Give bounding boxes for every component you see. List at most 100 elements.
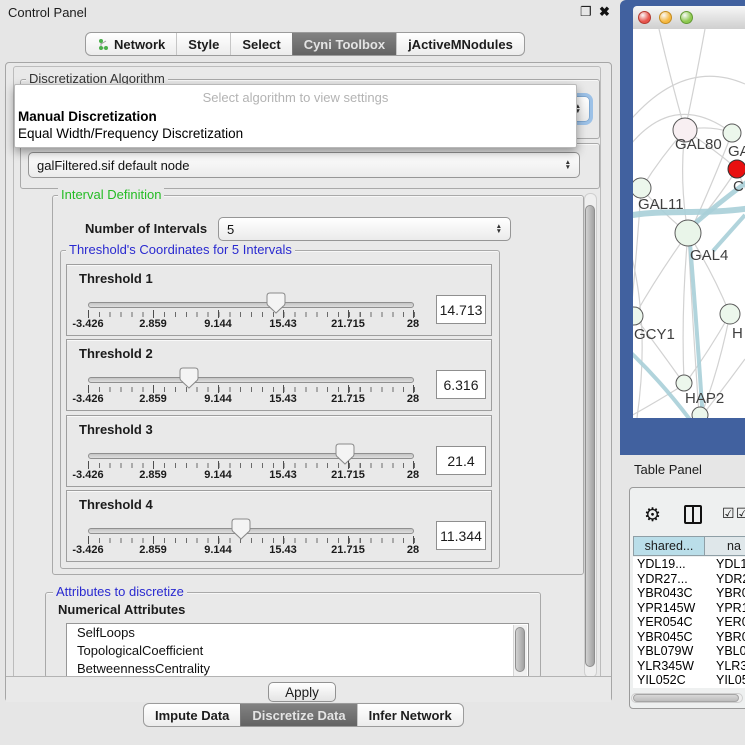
scale-label: 9.144 bbox=[183, 469, 253, 481]
algorithm-option-manual-discretization[interactable]: Manual Discretization bbox=[18, 109, 572, 125]
attributes-scrollbar-track[interactable] bbox=[513, 625, 527, 678]
attribute-item-topologicalcoefficient[interactable]: TopologicalCoefficient bbox=[67, 642, 528, 660]
network-node[interactable] bbox=[675, 220, 701, 246]
cell-shared-name: YER054C bbox=[637, 615, 693, 629]
attribute-item-selfloops[interactable]: SelfLoops bbox=[67, 624, 528, 642]
checkbox-icon[interactable]: ☑ bbox=[722, 505, 735, 522]
tab-network[interactable]: Network bbox=[86, 33, 176, 55]
scale-label: 9.144 bbox=[183, 393, 253, 405]
top-tab-bar: Network StyleSelect Cyni Toolbox jActiveMNo… bbox=[85, 32, 525, 56]
checkbox-icon[interactable]: ☑ bbox=[736, 505, 745, 522]
table-row[interactable]: YBL079WYBL07 bbox=[633, 644, 745, 659]
slider-thumb[interactable] bbox=[231, 518, 251, 540]
slider-thumb[interactable] bbox=[335, 443, 355, 465]
number-of-intervals-combobox[interactable]: 5 ▲▼ bbox=[218, 217, 511, 241]
gear-icon[interactable]: ⚙ bbox=[644, 504, 661, 527]
scale-label: 28 bbox=[378, 544, 448, 556]
threshold-slider-track[interactable] bbox=[88, 528, 414, 534]
network-icon bbox=[97, 38, 109, 51]
network-edge bbox=[683, 233, 688, 382]
tab-discretize-data[interactable]: Discretize Data bbox=[240, 704, 356, 726]
scale-label: 21.715 bbox=[313, 544, 383, 556]
threshold-slider-track[interactable] bbox=[88, 377, 414, 383]
number-of-intervals-label: Number of Intervals bbox=[85, 221, 207, 236]
thresholds-group-title: Threshold's Coordinates for 5 Intervals bbox=[66, 243, 295, 257]
tab-cyni-toolbox[interactable]: Cyni Toolbox bbox=[292, 33, 396, 55]
attributes-group-title: Attributes to discretize bbox=[53, 585, 187, 599]
tab-jactivemnodules[interactable]: jActiveMNodules bbox=[396, 33, 524, 55]
slider-ticks bbox=[88, 538, 415, 543]
minimize-light[interactable] bbox=[659, 11, 672, 24]
network-node[interactable] bbox=[723, 124, 741, 142]
network-node[interactable] bbox=[676, 375, 692, 391]
scale-label: 21.715 bbox=[313, 318, 383, 330]
network-node[interactable] bbox=[633, 178, 651, 198]
tab-label: Network bbox=[114, 37, 165, 52]
cell-shared-name: YDR27... bbox=[637, 572, 688, 586]
table-row[interactable]: YBR043CYBR04 bbox=[633, 586, 745, 601]
table-row[interactable]: YER054CYER05 bbox=[633, 615, 745, 630]
tab-impute-data[interactable]: Impute Data bbox=[144, 704, 240, 726]
cell-shared-name: YBL079W bbox=[637, 644, 693, 658]
scale-label: -3.426 bbox=[53, 318, 123, 330]
table-row[interactable]: YDR27... YDR27 bbox=[633, 572, 745, 587]
table-data-combobox[interactable]: galFiltered.sif default node ▲▼ bbox=[28, 152, 580, 178]
close-icon[interactable]: ✖ bbox=[599, 4, 610, 20]
threshold-panel: Threshold 3 21.4 -3.4262.8599.14415.4321… bbox=[66, 415, 492, 487]
table-row[interactable]: YLR345WYLR34 bbox=[633, 659, 745, 674]
slider-ticks bbox=[88, 312, 415, 317]
major-tick bbox=[218, 385, 219, 393]
major-tick bbox=[283, 461, 284, 469]
float-window-icon[interactable]: ❐ bbox=[580, 4, 592, 20]
column-header-shared-[interactable]: shared... bbox=[633, 536, 705, 556]
major-tick bbox=[218, 461, 219, 469]
cell-name: YDR27 bbox=[716, 572, 745, 586]
slider-thumb[interactable] bbox=[179, 367, 199, 389]
zoom-light[interactable] bbox=[680, 11, 693, 24]
network-node[interactable] bbox=[692, 407, 708, 418]
threshold-panel: Threshold 4 11.344 -3.4262.8599.14415.43… bbox=[66, 490, 492, 562]
tab-label: jActiveMNodules bbox=[408, 37, 513, 52]
table-row[interactable]: YPR145WYPR14 bbox=[633, 601, 745, 616]
major-tick bbox=[88, 310, 89, 318]
scale-label: 2.859 bbox=[118, 544, 188, 556]
columns-icon[interactable] bbox=[684, 505, 702, 524]
close-light[interactable] bbox=[638, 11, 651, 24]
panel-scrollbar-thumb[interactable] bbox=[585, 205, 595, 667]
threshold-slider-track[interactable] bbox=[88, 453, 414, 459]
node-label-hap2: HAP2 bbox=[685, 390, 724, 407]
table-rows: YDL19...YDL19YDR27... YDR27YBR043CYBR04YP… bbox=[633, 557, 745, 688]
column-header-na[interactable]: na bbox=[704, 536, 745, 556]
tab-label: Impute Data bbox=[155, 708, 229, 723]
node-label-ga: GA bbox=[728, 143, 745, 160]
table-hscrollbar-thumb[interactable] bbox=[633, 694, 739, 702]
apply-button[interactable]: Apply bbox=[268, 682, 336, 702]
threshold-slider-track[interactable] bbox=[88, 302, 414, 308]
threshold-panel: Threshold 2 6.316 -3.4262.8599.14415.432… bbox=[66, 339, 492, 411]
network-node[interactable] bbox=[728, 160, 745, 178]
major-tick bbox=[153, 310, 154, 318]
major-tick bbox=[283, 536, 284, 544]
major-tick bbox=[413, 385, 414, 393]
combo-arrows-icon: ▲▼ bbox=[559, 160, 571, 170]
network-node[interactable] bbox=[720, 304, 740, 324]
table-row[interactable]: YBR045CYBR04 bbox=[633, 630, 745, 645]
attributes-scrollbar-thumb[interactable] bbox=[515, 627, 525, 672]
cell-name: YIL05 bbox=[716, 673, 745, 687]
tab-style[interactable]: Style bbox=[176, 33, 230, 55]
node-label-gal4: GAL4 bbox=[690, 247, 728, 264]
major-tick bbox=[348, 536, 349, 544]
slider-ticks bbox=[88, 463, 415, 468]
panel-title: Control Panel bbox=[8, 5, 87, 20]
major-tick bbox=[348, 461, 349, 469]
numerical-attributes-list[interactable]: SelfLoopsTopologicalCoefficientBetweenne… bbox=[66, 623, 529, 678]
network-canvas[interactable]: GAL80GACGAL11GAL4GCY1HHAP2 bbox=[633, 29, 745, 418]
major-tick bbox=[153, 536, 154, 544]
tab-label: Cyni Toolbox bbox=[304, 37, 385, 52]
table-row[interactable]: YIL052CYIL05 bbox=[633, 673, 745, 688]
table-row[interactable]: YDL19...YDL19 bbox=[633, 557, 745, 572]
algorithm-option-equal-width-frequency-discretization[interactable]: Equal Width/Frequency Discretization bbox=[18, 126, 572, 142]
tab-infer-network[interactable]: Infer Network bbox=[357, 704, 463, 726]
major-tick bbox=[88, 385, 89, 393]
tab-select[interactable]: Select bbox=[230, 33, 291, 55]
